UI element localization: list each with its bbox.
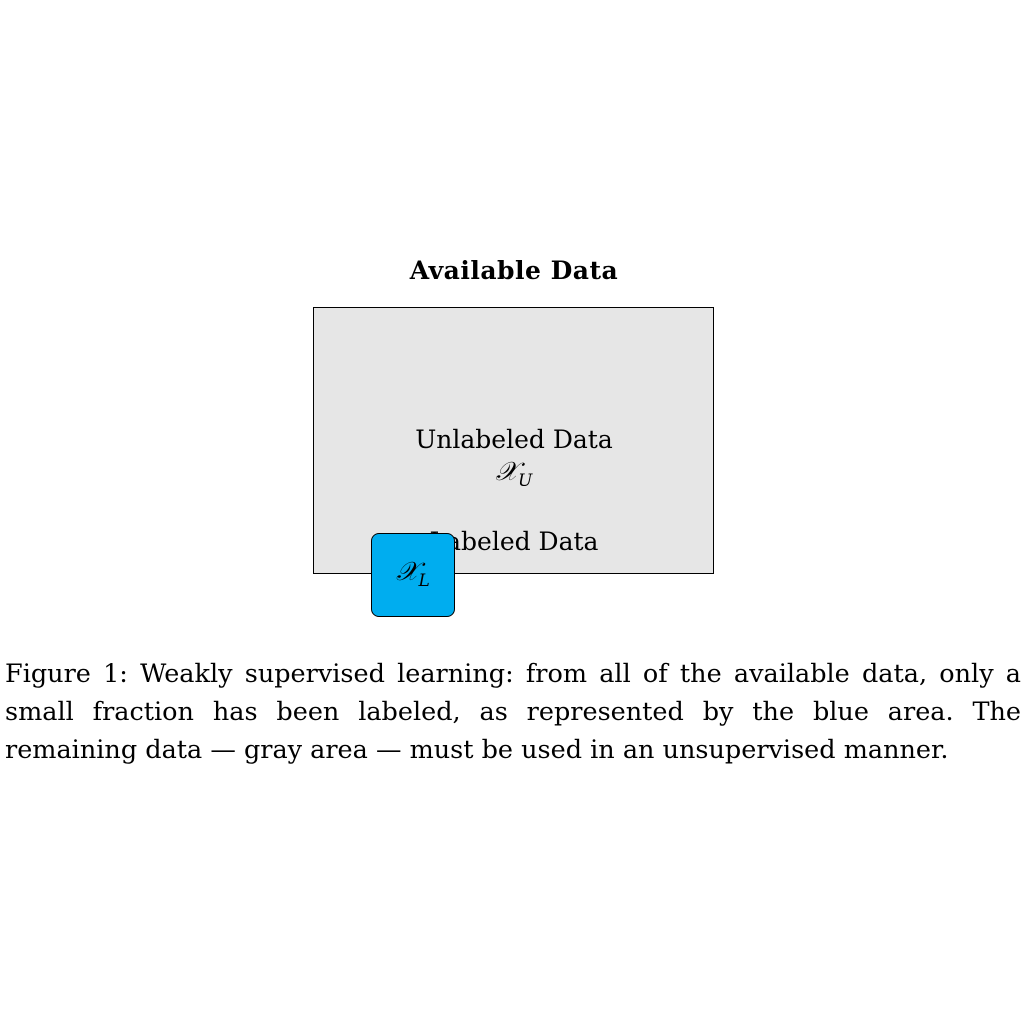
unlabeled-symbol-x: 𝒳 (495, 457, 519, 487)
unlabeled-data-label: Unlabeled Data (415, 425, 613, 454)
labeled-symbol-x: 𝒳 (396, 557, 419, 587)
diagram-title: Available Data (409, 256, 619, 285)
labeled-symbol-subscript: L (418, 571, 430, 592)
labeled-data-symbol: 𝒳L (371, 557, 455, 591)
unlabeled-data-symbol: 𝒳U (314, 457, 714, 491)
figure-caption: Figure 1: Weakly supervised learning: fr… (5, 659, 1021, 765)
unlabeled-symbol-subscript: U (518, 471, 533, 492)
